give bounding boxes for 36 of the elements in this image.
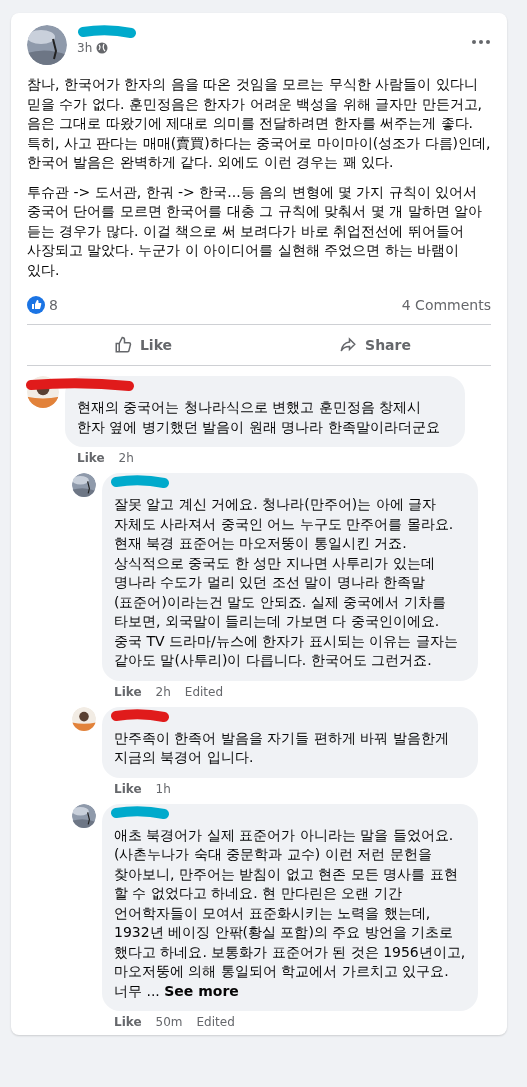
post-text: 참나, 한국어가 한자의 음을 따온 것임을 모르는 무식한 사람들이 있다니 믿을 수가 없다. 훈민정음은 한자가 어려운 백성을 위해 글자만 만든거고, 음은 그대로 따왔기에 제대로 의미를 전달하려면 한자를 써주는게 좋다. 특히, 사고 판다는 매매(賣買)하다는 중국어로 마이마이(성조가 다름)인데, 한국어 발음은 완벽하게 같다. 외에도 이런 경우는 꽤 있다. bbox=[27, 75, 491, 172]
avatar bbox=[72, 473, 96, 497]
avatar bbox=[72, 706, 96, 731]
like-reaction-icon bbox=[27, 296, 45, 314]
globe-icon bbox=[96, 42, 109, 54]
comment-text: 현재의 중국어는 청나라식으로 변했고 훈민정음 창제시 한자 옆에 병기했던 발음이 원래 명나라 한족말이라더군요 bbox=[77, 398, 441, 437]
share-icon bbox=[339, 336, 358, 354]
comment-text: 애초 북경어가 실제 표준어가 아니라는 말을 들었어요. (사촌누나가 숙대 중문학과 교수) 이런 저런 문헌을 찾아보니, 만주어는 받침이 없고 현존 모든 명사를 표현 할 수 없었다고 하네요. 현 만다린은 오랜 기간 언어학자들이 모여서 표준화시키는 노력을 했는데, 1932년 베이징 안팎(황실 포함)의 주요 방언을 기초로 했다고 하네요. 보통화가 표준어가 된 것은 1956년이고, 마오저뚱에 의해 통일되어 학교에서 가르치고 있구요. 너무 ... See more bbox=[114, 825, 466, 1001]
comment-like-link[interactable]: Like bbox=[114, 781, 142, 796]
comment-text: 잘못 알고 계신 거에요. 청나라(만주어)는 아에 글자 자체도 사라져서 중국인 어느 누구도 만주어를 몰라요. 현재 북경 표준어는 마오저뚱이 통일시킨 거죠. 상식적으로 중국도 한 성만 지나면 사투리가 있는데 명나라 수도가 멀리 있던 조선 말이 명나라 한족말(표준어)이라는건 말도 안되죠. 실제 중국에서 기차를 타보면, 외국말이 들리는데 가보면 다 중국인이에요. 중국 TV 드라마/뉴스에 한자가 표시되는 이유는 글자는 같아도 말(사투리)이 다릅니다. 한국어도 그런거죠. bbox=[114, 495, 459, 670]
comment-like-link[interactable]: Like bbox=[114, 1015, 142, 1029]
avatar bbox=[27, 376, 59, 408]
redaction-mark bbox=[77, 25, 137, 39]
redaction-mark bbox=[110, 708, 170, 723]
comment-like-link[interactable]: Like bbox=[114, 684, 142, 699]
see-more-link[interactable]: See more bbox=[164, 982, 239, 999]
comment-text: 만주족이 한족어 발음을 자기들 편하게 바꿔 발음한게 지금의 북경어 입니다. bbox=[114, 728, 450, 767]
comment-like-link[interactable]: Like bbox=[77, 451, 105, 465]
reaction-count[interactable]: 8 bbox=[49, 297, 58, 313]
comment-time[interactable]: 50m bbox=[155, 1015, 183, 1029]
share-button[interactable]: Share bbox=[259, 329, 491, 361]
edited-label: Edited bbox=[184, 684, 224, 699]
comment-time[interactable]: 2h bbox=[155, 684, 171, 699]
comments-count[interactable]: 4 Comments bbox=[401, 297, 491, 313]
redaction-mark bbox=[110, 805, 170, 820]
post-text: 투슈관 -> 도서관, 한궈 -> 한국...등 음의 변형에 몇 가지 규칙이 있어서 중국어 단어를 모르면 한국어를 대충 그 규칙에 맞춰서 몇 개 말하면 알아 듣는 경우가 많다. 이걸 책으로 써 보려다가 바로 취업전선에 뛰어들어 사장되고 말았다. 누군가 이 아이디어를 실현해 주었으면 하는 바램이 있다. bbox=[27, 182, 483, 280]
redaction-mark bbox=[110, 475, 170, 489]
more-options-icon[interactable] bbox=[471, 39, 491, 45]
edited-label: Edited bbox=[196, 1015, 235, 1029]
comment-time[interactable]: 1h bbox=[155, 781, 171, 796]
thumbs-up-icon bbox=[113, 336, 132, 354]
post-time[interactable]: 3h bbox=[77, 41, 93, 55]
avatar bbox=[72, 803, 96, 828]
comment-time[interactable]: 2h bbox=[118, 451, 134, 465]
avatar bbox=[27, 25, 67, 65]
like-button[interactable]: Like bbox=[27, 329, 259, 361]
